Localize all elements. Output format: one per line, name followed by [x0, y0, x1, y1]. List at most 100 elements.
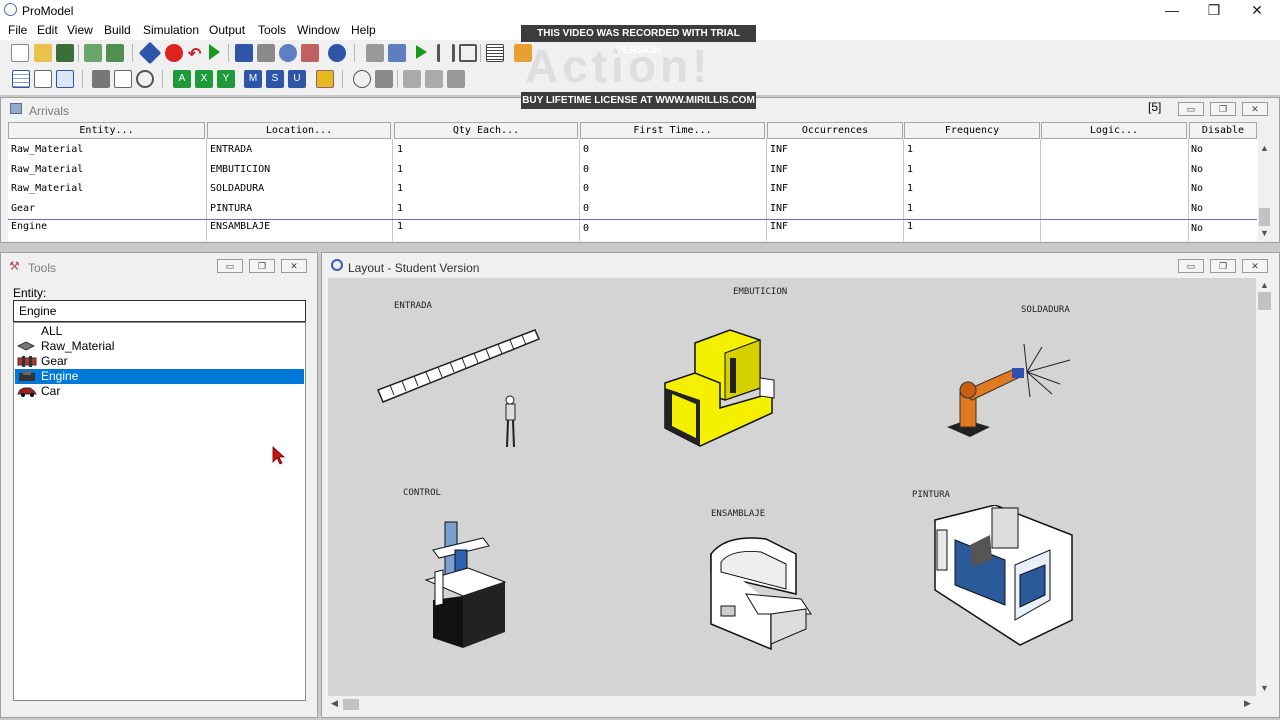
view-text-icon[interactable]	[486, 44, 504, 62]
trace-icon[interactable]	[388, 44, 406, 62]
move-fwd-icon[interactable]	[425, 70, 443, 88]
cell-qty[interactable]: 1	[397, 161, 403, 179]
cell-qty[interactable]: 1	[397, 200, 403, 218]
zoom-icon[interactable]	[136, 70, 154, 88]
x-icon[interactable]: X	[195, 70, 213, 88]
u-icon[interactable]: U	[288, 70, 306, 88]
cell-frequency[interactable]: 1	[907, 180, 913, 198]
layout-restore-button[interactable]: ❐	[1210, 259, 1236, 273]
menu-tools[interactable]: Tools	[258, 23, 286, 37]
col-header-first-time[interactable]: First Time...	[580, 122, 765, 139]
locations-icon[interactable]	[138, 41, 162, 65]
tools-close-button[interactable]: ✕	[281, 259, 307, 273]
cell-first-time[interactable]: 0	[583, 161, 589, 179]
cell-location[interactable]: ENTRADA	[210, 141, 252, 159]
cell-first-time[interactable]: 0	[583, 200, 589, 218]
scroll-down-icon[interactable]: ▼	[1260, 683, 1269, 693]
cell-occurrences[interactable]: INF	[770, 180, 788, 198]
cell-entity[interactable]: Engine	[11, 218, 47, 236]
print-icon[interactable]	[84, 44, 102, 62]
cell-disable[interactable]: No	[1191, 141, 1203, 159]
cell-frequency[interactable]: 1	[907, 218, 913, 236]
tool-icon[interactable]	[92, 70, 110, 88]
arrivals-restore-button[interactable]: ❐	[1210, 102, 1236, 116]
list-item-raw-material[interactable]: Raw_Material	[15, 339, 304, 354]
col-header-qty-each[interactable]: Qty Each...	[394, 122, 578, 139]
minimize-button[interactable]: —	[1150, 0, 1194, 22]
cell-occurrences[interactable]: INF	[770, 161, 788, 179]
y-icon[interactable]: Y	[217, 70, 235, 88]
menu-window[interactable]: Window	[297, 23, 340, 37]
path-icon[interactable]	[257, 44, 275, 62]
close-button[interactable]: ✕	[1235, 0, 1279, 22]
routing-icon[interactable]	[34, 70, 52, 88]
cell-location[interactable]: SOLDADURA	[210, 180, 264, 198]
scroll-up-icon[interactable]: ▲	[1260, 280, 1269, 290]
pintura-machine-graphic[interactable]	[930, 505, 1078, 647]
cell-first-time[interactable]: 0	[583, 141, 589, 159]
pause-icon[interactable]	[437, 44, 455, 62]
cell-frequency[interactable]: 1	[907, 141, 913, 159]
cell-entity[interactable]: Raw_Material	[11, 141, 83, 159]
scroll-left-icon[interactable]: ◀	[331, 698, 338, 709]
entities-icon[interactable]	[235, 44, 253, 62]
cell-entity[interactable]: Gear	[11, 200, 35, 218]
layout-horizontal-scrollbar[interactable]	[328, 697, 1256, 712]
cell-first-time[interactable]: 0	[583, 220, 589, 238]
cell-entity[interactable]: Raw_Material	[11, 180, 83, 198]
control-machine-graphic[interactable]	[423, 520, 513, 650]
list-item-car[interactable]: Car	[15, 384, 304, 399]
menu-edit[interactable]: Edit	[37, 23, 58, 37]
scroll-up-icon[interactable]: ▲	[1260, 143, 1269, 153]
list-item-engine[interactable]: Engine	[15, 369, 304, 384]
layout-vertical-scrollbar[interactable]	[1257, 278, 1272, 696]
col-header-location[interactable]: Location...	[207, 122, 391, 139]
tools-minimize-button[interactable]: ▭	[217, 259, 243, 273]
cell-location[interactable]: PINTURA	[210, 200, 252, 218]
run-icon[interactable]	[209, 44, 220, 60]
menu-view[interactable]: View	[67, 23, 93, 37]
menu-file[interactable]: File	[8, 23, 27, 37]
lock-icon[interactable]	[316, 70, 334, 88]
col-header-logic[interactable]: Logic...	[1041, 122, 1187, 139]
new-icon[interactable]	[11, 44, 29, 62]
layout-minimize-button[interactable]: ▭	[1178, 259, 1204, 273]
cell-first-time[interactable]: 0	[583, 180, 589, 198]
open-icon[interactable]	[34, 44, 52, 62]
cell-entity[interactable]: Raw_Material	[11, 161, 83, 179]
layers-icon[interactable]	[353, 70, 371, 88]
animate-icon[interactable]	[416, 45, 427, 59]
view-icon[interactable]	[114, 70, 132, 88]
menu-simulation[interactable]: Simulation	[143, 23, 199, 37]
arrivals-close-button[interactable]: ✕	[1242, 102, 1268, 116]
m-icon[interactable]: M	[244, 70, 262, 88]
arrivals-minimize-button[interactable]: ▭	[1178, 102, 1204, 116]
menu-help[interactable]: Help	[351, 23, 376, 37]
soldadura-robot-graphic[interactable]	[942, 342, 1072, 442]
embuticion-machine-graphic[interactable]	[660, 328, 780, 453]
calc-icon[interactable]	[56, 70, 74, 88]
list-item-gear[interactable]: Gear	[15, 354, 304, 369]
cell-occurrences[interactable]: INF	[770, 141, 788, 159]
tools-restore-button[interactable]: ❐	[249, 259, 275, 273]
list-item-all[interactable]: ALL	[15, 324, 304, 339]
col-header-entity[interactable]: Entity...	[8, 122, 205, 139]
info-icon[interactable]	[328, 44, 346, 62]
resources-icon[interactable]	[279, 44, 297, 62]
scroll-thumb[interactable]	[1259, 208, 1270, 226]
stop-icon[interactable]	[165, 44, 183, 62]
scroll-down-icon[interactable]: ▼	[1260, 228, 1269, 238]
scroll-right-icon[interactable]: ▶	[1244, 698, 1251, 709]
cell-disable[interactable]: No	[1191, 200, 1203, 218]
cell-disable[interactable]: No	[1191, 220, 1203, 238]
cell-frequency[interactable]: 1	[907, 200, 913, 218]
cell-disable[interactable]: No	[1191, 180, 1203, 198]
cell-occurrences[interactable]: INF	[770, 200, 788, 218]
undo-icon[interactable]: ↶	[188, 44, 201, 64]
move-back-icon[interactable]	[403, 70, 421, 88]
cell-disable[interactable]: No	[1191, 161, 1203, 179]
grid-icon[interactable]	[12, 70, 30, 88]
print-preview-icon[interactable]	[106, 44, 124, 62]
s-icon[interactable]: S	[266, 70, 284, 88]
cell-location[interactable]: EMBUTICION	[210, 161, 270, 179]
